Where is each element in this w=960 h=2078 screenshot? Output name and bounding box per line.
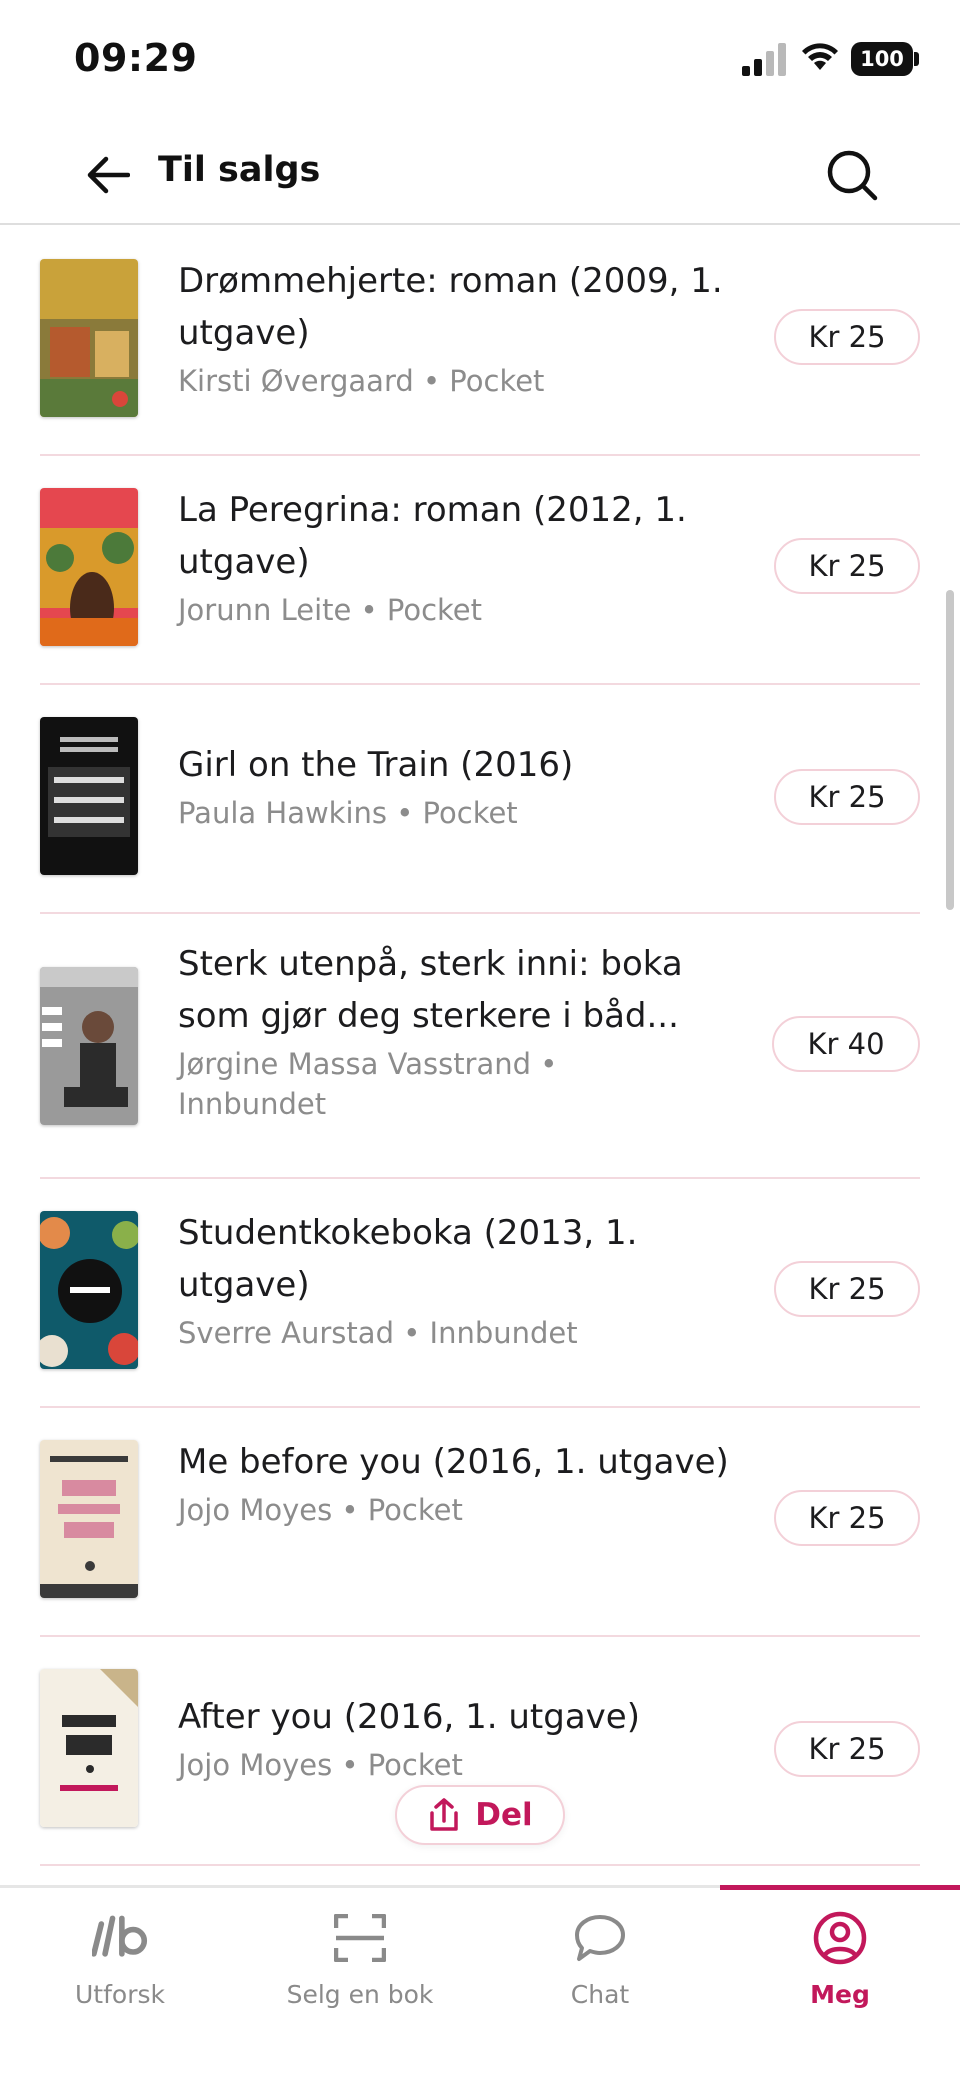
book-title: La Peregrina: roman (2012, 1. utgave) [178, 490, 687, 582]
tab-label: Selg en bok [286, 1980, 434, 2009]
book-cover [40, 488, 138, 646]
tab-label: Utforsk [75, 1980, 165, 2009]
share-icon [430, 1798, 459, 1831]
chat-bubble-icon [572, 1910, 628, 1966]
top-app-bar: Til salgs [0, 125, 960, 225]
price-badge[interactable]: Kr 25 [774, 309, 920, 365]
back-button[interactable] [78, 145, 138, 205]
book-title: Studentkokeboka (2013, 1. utgave) [178, 1213, 638, 1305]
search-icon [827, 150, 878, 201]
book-list[interactable]: Drømmehjerte: roman (2009, 1. utgave) Ki… [0, 227, 960, 1885]
status-bar: 09:29 100 [0, 0, 960, 125]
page-title: Til salgs [158, 150, 321, 190]
book-cover [40, 717, 138, 875]
book-info: Studentkokeboka (2013, 1. utgave) Sverre… [178, 1207, 738, 1353]
logo-icon [92, 1910, 148, 1966]
price-badge[interactable]: Kr 25 [774, 1261, 920, 1317]
user-profile-icon [812, 1910, 868, 1966]
book-info: Me before you (2016, 1. utgave) Jojo Moy… [178, 1436, 738, 1530]
book-meta: Sverre Aurstad • Innbundet [178, 1316, 578, 1350]
book-meta: Jojo Moyes • Pocket [178, 1493, 463, 1527]
scan-icon [332, 1910, 388, 1966]
book-info: Girl on the Train (2016) Paula Hawkins •… [178, 739, 738, 833]
book-cover [40, 1440, 138, 1598]
book-list-item[interactable]: Studentkokeboka (2013, 1. utgave) Sverre… [40, 1179, 920, 1408]
book-list-item[interactable]: La Peregrina: roman (2012, 1. utgave) Jo… [40, 456, 920, 685]
book-title: Sterk utenpå, sterk inni: boka som gjør … [178, 944, 683, 1036]
share-button[interactable]: Del [395, 1785, 565, 1845]
search-button[interactable] [818, 141, 886, 209]
price-badge[interactable]: Kr 40 [772, 1016, 920, 1072]
book-meta: Jørgine Massa Vasstrand • Innbundet [178, 1047, 558, 1121]
book-title: Me before you (2016, 1. utgave) [178, 1442, 729, 1482]
tab-utforsk[interactable]: Utforsk [0, 1888, 240, 2038]
price-badge[interactable]: Kr 25 [774, 1490, 920, 1546]
status-time: 09:29 [74, 36, 198, 80]
book-meta: Paula Hawkins • Pocket [178, 796, 518, 830]
tab-chat[interactable]: Chat [480, 1888, 720, 2038]
battery-indicator: 100 [851, 42, 913, 76]
cellular-signal-icon [742, 43, 786, 76]
book-list-item[interactable]: Girl on the Train (2016) Paula Hawkins •… [40, 685, 920, 914]
book-cover [40, 1211, 138, 1369]
wifi-icon [802, 43, 838, 70]
price-badge[interactable]: Kr 25 [774, 1721, 920, 1777]
price-badge[interactable]: Kr 25 [774, 769, 920, 825]
book-cover [40, 967, 138, 1125]
book-title: After you (2016, 1. utgave) [178, 1697, 640, 1737]
book-title: Drømmehjerte: roman (2009, 1. utgave) [178, 261, 723, 353]
share-label: Del [475, 1797, 533, 1833]
tab-label: Meg [810, 1980, 870, 2009]
book-meta: Jorunn Leite • Pocket [178, 593, 482, 627]
battery-tip [914, 52, 919, 66]
tab-label: Chat [570, 1980, 630, 2009]
price-badge[interactable]: Kr 25 [774, 538, 920, 594]
scrollbar[interactable] [946, 590, 954, 910]
book-cover [40, 1669, 138, 1827]
book-list-item[interactable]: Sterk utenpå, sterk inni: boka som gjør … [40, 914, 920, 1179]
book-title: Girl on the Train (2016) [178, 745, 574, 785]
arrow-left-icon [87, 156, 130, 194]
bottom-tab-bar: Utforsk Selg en bok Chat Meg [0, 1885, 960, 2078]
book-info: Sterk utenpå, sterk inni: boka som gjør … [178, 938, 738, 1124]
book-list-item[interactable]: Me before you (2016, 1. utgave) Jojo Moy… [40, 1408, 920, 1637]
book-cover [40, 259, 138, 417]
book-list-item[interactable]: Drømmehjerte: roman (2009, 1. utgave) Ki… [40, 227, 920, 456]
book-meta: Kirsti Øvergaard • Pocket [178, 364, 545, 398]
book-info: Drømmehjerte: roman (2009, 1. utgave) Ki… [178, 255, 738, 401]
tab-selg-en-bok[interactable]: Selg en bok [240, 1888, 480, 2038]
book-info: After you (2016, 1. utgave) Jojo Moyes •… [178, 1691, 738, 1785]
book-meta: Jojo Moyes • Pocket [178, 1748, 463, 1782]
book-info: La Peregrina: roman (2012, 1. utgave) Jo… [178, 484, 738, 630]
tab-meg[interactable]: Meg [720, 1888, 960, 2038]
